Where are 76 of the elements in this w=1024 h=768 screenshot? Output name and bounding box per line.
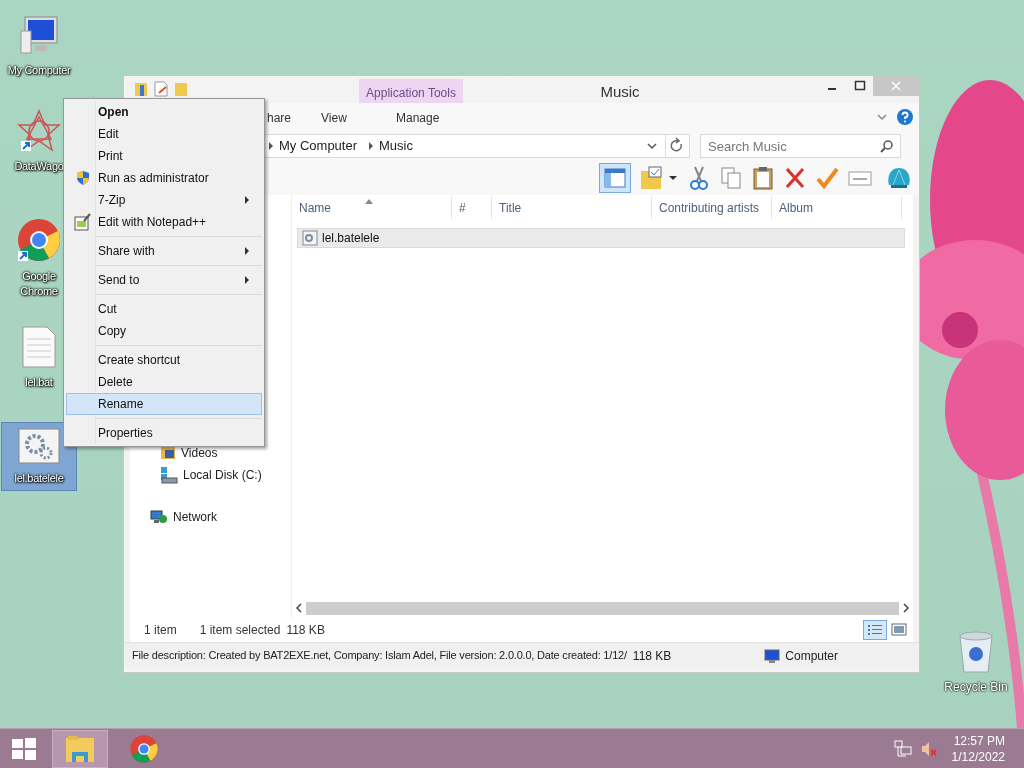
chrome-icon (16, 217, 62, 263)
help-icon[interactable] (897, 109, 913, 125)
icon-label: lel.batelele (13, 471, 65, 486)
column-header[interactable]: Contributing artists (652, 197, 772, 219)
details-text: 118 KB (632, 647, 672, 665)
menu-item[interactable]: Rename (66, 393, 262, 415)
contextual-group-label: Application Tools (366, 84, 456, 102)
folder-icon (64, 733, 96, 764)
video-folder-icon (160, 446, 176, 460)
status-text: 1 item (144, 622, 177, 639)
window-title: Music (599, 82, 641, 102)
scissors-icon[interactable] (687, 165, 711, 191)
submenu-arrow-icon (244, 196, 250, 204)
icon-label: Recycle Bin (944, 679, 1008, 696)
properties-icon[interactable] (154, 81, 168, 97)
chrome-icon (129, 733, 159, 764)
ribbon-tab[interactable]: hare (265, 107, 294, 129)
notepad-icon (73, 213, 92, 231)
document-icon (21, 325, 57, 369)
status-text: 118 KB (286, 622, 325, 639)
nav-item[interactable]: Videos (160, 445, 291, 461)
ribbon-tab[interactable]: View (319, 107, 349, 129)
file-description: File description: Created by BAT2EXE.net, Company: Islam Adel, File version: 2.0.0.0, Date created: 1/12/ (132, 648, 627, 664)
taskbar-button[interactable] (52, 729, 108, 768)
menu-item[interactable]: Cut (66, 298, 262, 320)
preview-pane-icon[interactable] (599, 163, 631, 193)
network-icon[interactable] (893, 739, 912, 758)
menu-item[interactable]: Run as administrator (66, 167, 262, 189)
menu-item[interactable]: Print (66, 145, 262, 167)
column-header[interactable]: Title (492, 197, 652, 219)
sort-arrow-icon (365, 199, 373, 204)
nav-item[interactable]: Network (150, 509, 291, 525)
select-folder-icon[interactable] (639, 165, 679, 191)
menu-item[interactable]: Open (66, 101, 262, 123)
gears-icon (17, 427, 61, 465)
menu-item[interactable]: 7-Zip (66, 189, 262, 211)
details-text: Computer (785, 647, 838, 665)
menu-item[interactable]: Share with (66, 240, 262, 262)
gears-icon (302, 230, 318, 246)
icon-label: Google Chrome (19, 269, 59, 299)
shell-icon[interactable] (885, 165, 913, 191)
status-text: 1 item selected (199, 622, 281, 639)
menu-item[interactable]: Send to (66, 269, 262, 291)
menu-item[interactable]: Edit (66, 123, 262, 145)
file-row[interactable]: lel.batelele (297, 228, 905, 248)
icon-label: DataWago (13, 159, 65, 174)
details-view-icon[interactable] (863, 620, 887, 640)
folder-icon[interactable] (134, 81, 148, 97)
submenu-arrow-icon (244, 247, 250, 255)
scrollbar-thumb[interactable] (306, 601, 899, 615)
checkmark-icon[interactable] (815, 165, 839, 191)
clipboard-icon[interactable] (751, 165, 775, 191)
delete-icon[interactable] (783, 165, 807, 191)
menu-item[interactable]: Edit with Notepad++ (66, 211, 262, 233)
icon-label: lel.bat (24, 375, 54, 390)
menu-item[interactable]: Copy (66, 320, 262, 342)
search-icon[interactable] (880, 139, 894, 153)
column-header[interactable]: # (452, 197, 492, 219)
breadcrumb-item[interactable]: My Computer (279, 136, 358, 156)
shield-icon (74, 170, 91, 186)
computer-icon (17, 13, 61, 57)
menu-item[interactable]: Create shortcut (66, 349, 262, 371)
drive-icon (160, 466, 178, 484)
submenu-arrow-icon (244, 276, 250, 284)
network-icon (150, 509, 168, 525)
ribbon-tab[interactable]: Manage (394, 107, 442, 129)
recycle-bin-icon (958, 630, 994, 674)
column-header[interactable]: Album (772, 197, 902, 219)
menu-item[interactable]: Delete (66, 371, 262, 393)
computer-icon (763, 647, 782, 664)
breadcrumb-item[interactable]: Music (379, 136, 413, 156)
nav-item[interactable]: Local Disk (C:) (160, 467, 291, 483)
search-field[interactable]: Search Music (700, 134, 901, 158)
icon-label: My Computer (6, 63, 72, 78)
star-icon (17, 109, 61, 153)
clock[interactable]: 12:57 PM 1/12/2022 (951, 732, 1005, 765)
